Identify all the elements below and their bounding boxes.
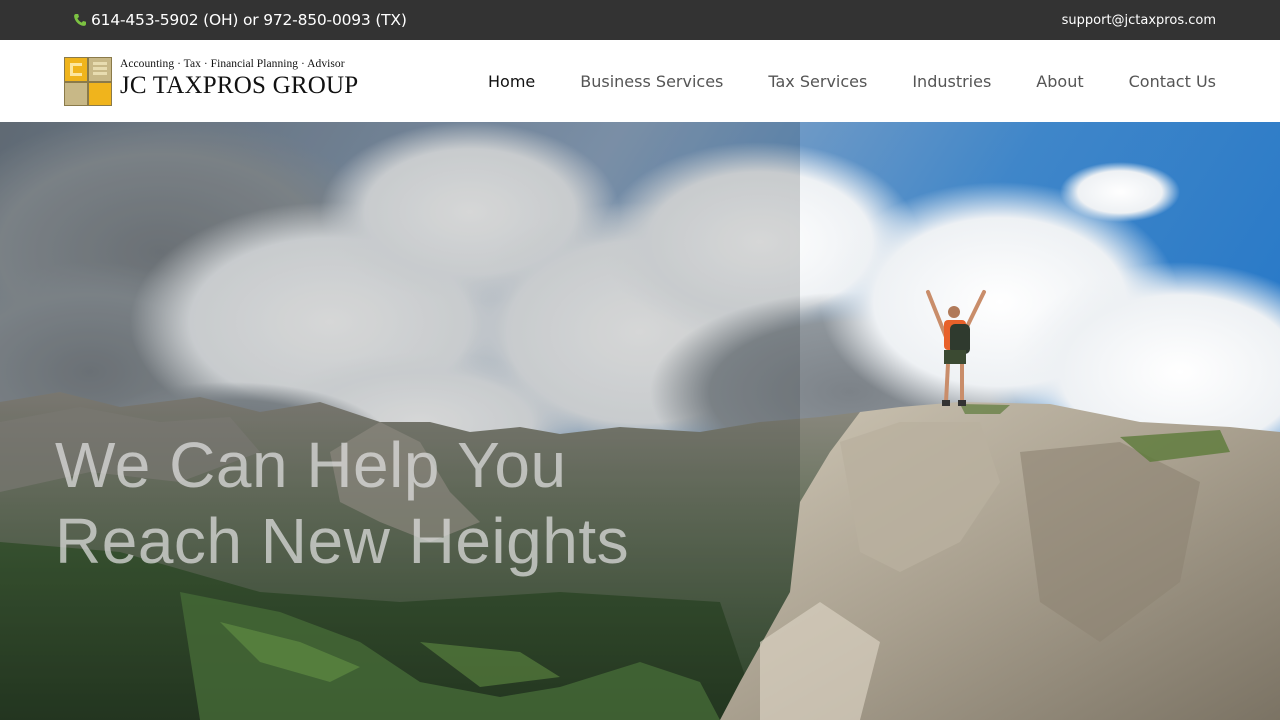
hero-headline-line-1: We Can Help You [55, 429, 567, 501]
hero-headline: We Can Help You Reach New Heights [55, 427, 629, 579]
hero-headline-line-2: Reach New Heights [55, 505, 630, 577]
hero-background-image [0, 122, 1280, 720]
top-contact-bar: 614-453-5902 (OH) or 972-850-0093 (TX) s… [0, 0, 1280, 40]
phone-contact[interactable]: 614-453-5902 (OH) or 972-850-0093 (TX) [73, 0, 407, 40]
logo-tagline: Accounting · Tax · Financial Planning · … [120, 58, 345, 70]
nav-tax-services[interactable]: Tax Services [768, 72, 867, 91]
nav-home[interactable]: Home [488, 72, 535, 91]
logo-name: JC TAXPROS GROUP [120, 72, 359, 99]
main-navigation: Home Business Services Tax Services Indu… [443, 40, 1216, 122]
nav-industries[interactable]: Industries [912, 72, 991, 91]
phone-icon [73, 13, 87, 27]
site-header: Accounting · Tax · Financial Planning · … [0, 40, 1280, 122]
hero-banner: We Can Help You Reach New Heights [0, 122, 1280, 720]
phone-numbers: 614-453-5902 (OH) or 972-850-0093 (TX) [91, 11, 407, 29]
site-logo[interactable]: Accounting · Tax · Financial Planning · … [64, 57, 364, 107]
nav-contact-us[interactable]: Contact Us [1129, 72, 1216, 91]
logo-mark-icon [64, 57, 112, 106]
nav-business-services[interactable]: Business Services [580, 72, 723, 91]
nav-about[interactable]: About [1036, 72, 1083, 91]
support-email-link[interactable]: support@jctaxpros.com [1062, 0, 1216, 40]
